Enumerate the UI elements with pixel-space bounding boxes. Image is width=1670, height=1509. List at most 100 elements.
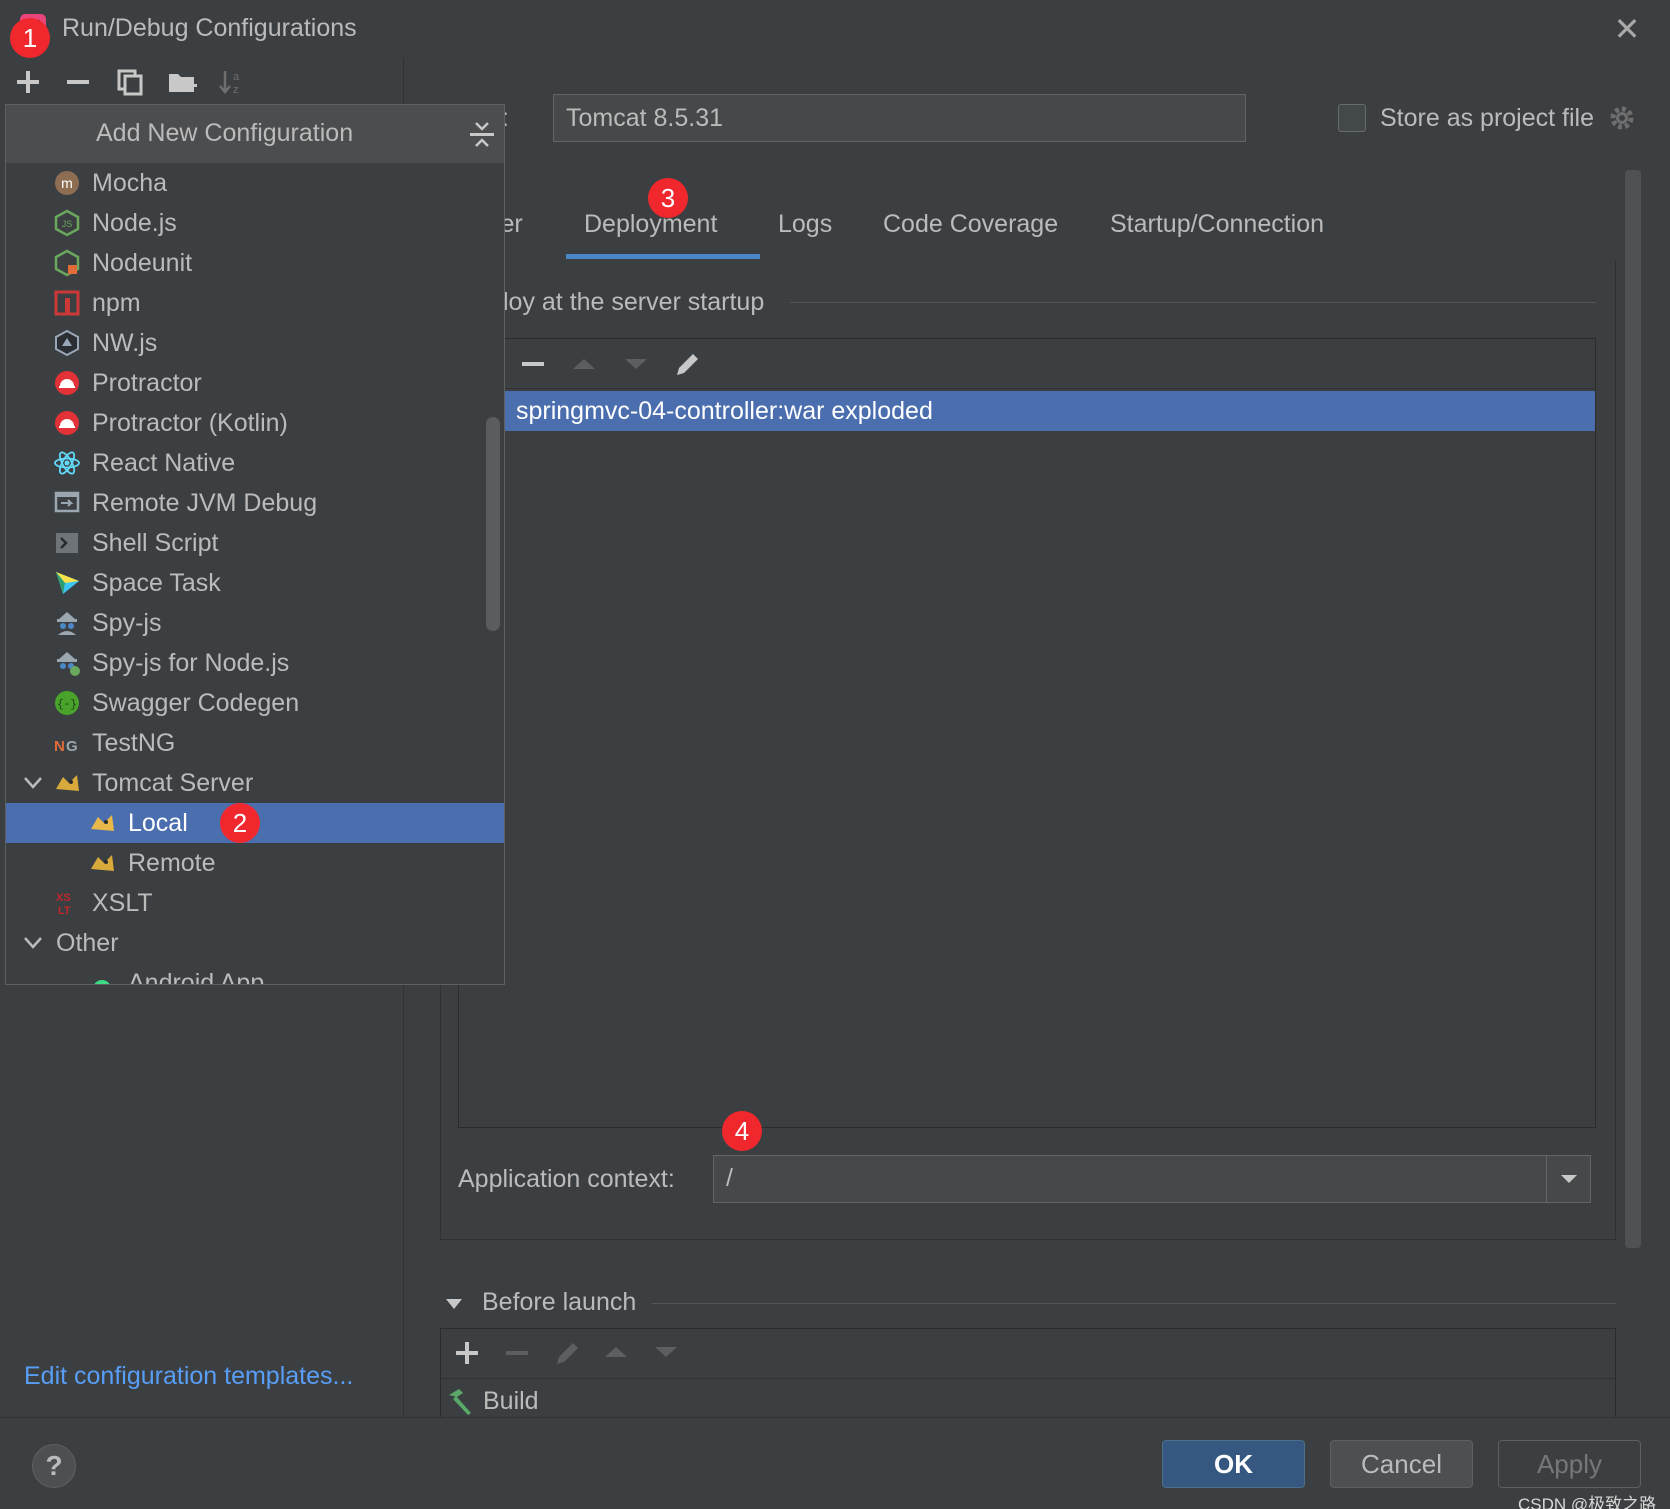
remove-config-button[interactable] <box>60 64 96 100</box>
config-item-protractor-kotlin[interactable]: Protractor (Kotlin) <box>6 403 504 443</box>
mocha-icon: m <box>55 171 79 195</box>
new-folder-button[interactable] <box>164 64 200 100</box>
section-divider <box>790 302 1596 303</box>
edit-pencil-icon[interactable] <box>553 1338 583 1368</box>
add-configuration-popup: Add New Configuration m Mocha JS Node.js… <box>5 104 505 985</box>
apply-button[interactable]: Apply <box>1498 1440 1641 1488</box>
tab-deployment[interactable]: Deployment <box>584 210 717 239</box>
active-tab-indicator <box>566 254 760 259</box>
move-down-icon[interactable] <box>653 1341 679 1363</box>
tab-startup-connection[interactable]: Startup/Connection <box>1110 210 1324 239</box>
react-icon <box>54 451 80 475</box>
config-item-spy-js-node[interactable]: Spy-js for Node.js <box>6 643 504 683</box>
config-item-protractor[interactable]: Protractor <box>6 363 504 403</box>
add-config-button[interactable] <box>10 64 46 100</box>
plus-icon <box>17 71 39 93</box>
ok-button[interactable]: OK <box>1162 1440 1305 1488</box>
shell-icon <box>56 533 78 553</box>
config-item-spy-js[interactable]: Spy-js <box>6 603 504 643</box>
svg-text:G: G <box>66 738 78 755</box>
npm-icon <box>54 290 80 316</box>
folder-add-icon <box>169 74 197 92</box>
sort-button[interactable]: az <box>214 64 250 100</box>
dialog-button-bar: ? OK Cancel Apply CSDN @极致之路 <box>0 1417 1670 1509</box>
annotation-marker-1: 1 <box>10 18 50 58</box>
minus-icon[interactable] <box>505 1341 529 1365</box>
plus-icon[interactable] <box>455 1341 479 1365</box>
watermark: CSDN @极致之路 <box>1518 1495 1657 1509</box>
move-up-icon[interactable] <box>603 1341 629 1363</box>
chevron-down-icon[interactable] <box>22 935 44 951</box>
vertical-scrollbar[interactable] <box>1625 170 1641 1248</box>
config-item-testng[interactable]: NG TestNG <box>6 723 504 763</box>
svg-text:m: m <box>61 175 73 191</box>
nodeunit-icon <box>54 249 80 277</box>
svg-text:a: a <box>233 71 240 83</box>
config-item-remote-jvm-debug[interactable]: Remote JVM Debug <box>6 483 504 523</box>
move-down-icon[interactable] <box>623 353 649 375</box>
title-bar: Run/Debug Configurations ✕ <box>0 0 1670 58</box>
sort-alpha-icon: az <box>219 71 240 96</box>
config-group-tomcat-server[interactable]: Tomcat Server <box>6 763 504 803</box>
config-item-react-native[interactable]: React Native <box>6 443 504 483</box>
svg-text:XS: XS <box>56 892 71 904</box>
edit-pencil-icon[interactable] <box>673 349 703 379</box>
copy-config-button[interactable] <box>112 64 148 100</box>
collapse-triangle-icon[interactable] <box>444 1294 464 1314</box>
tab-logs[interactable]: Logs <box>778 210 832 239</box>
config-item-nodejs[interactable]: JS Node.js <box>6 203 504 243</box>
config-item-android-app[interactable]: Android App <box>6 963 504 984</box>
config-item-nwjs[interactable]: NW.js <box>6 323 504 363</box>
config-item-nodeunit[interactable]: Nodeunit <box>6 243 504 283</box>
popup-header: Add New Configuration <box>6 105 504 163</box>
svg-text:LT: LT <box>58 905 71 917</box>
collapse-all-icon[interactable] <box>468 119 496 149</box>
tomcat-icon <box>56 775 79 791</box>
minus-icon[interactable] <box>521 353 545 375</box>
deploy-section-label: loy at the server startup <box>503 288 765 316</box>
move-up-icon[interactable] <box>571 353 597 375</box>
application-context-label: Application context: <box>458 1165 675 1193</box>
store-as-project-checkbox[interactable] <box>1338 104 1366 132</box>
annotation-marker-4: 4 <box>722 1111 762 1151</box>
popup-scrollbar[interactable] <box>486 417 500 631</box>
deployment-toolbar <box>459 339 1595 389</box>
before-launch-task[interactable]: Build <box>483 1387 539 1416</box>
dropdown-arrow-icon[interactable] <box>1546 1156 1590 1202</box>
space-icon <box>56 572 79 594</box>
swagger-icon: {-} <box>55 691 79 715</box>
store-as-project-label: Store as project file <box>1380 104 1594 132</box>
svg-text:N: N <box>54 738 65 755</box>
before-launch-toolbar <box>441 1329 1615 1379</box>
android-icon <box>94 980 110 984</box>
deployment-artifact-row[interactable]: springmvc-04-controller:war exploded <box>504 391 1595 431</box>
config-item-shell-script[interactable]: Shell Script <box>6 523 504 563</box>
edit-templates-link[interactable]: Edit configuration templates... <box>24 1362 353 1391</box>
before-launch-list: Build <box>440 1328 1616 1418</box>
spyjs-icon <box>57 612 77 635</box>
close-icon[interactable]: ✕ <box>1610 12 1644 46</box>
config-item-mocha[interactable]: m Mocha <box>6 163 504 203</box>
deployment-list: springmvc-04-controller:war exploded <box>458 338 1596 1128</box>
tab-code-coverage[interactable]: Code Coverage <box>883 210 1058 239</box>
window-title: Run/Debug Configurations <box>62 14 357 42</box>
application-context-value: / <box>726 1164 733 1192</box>
before-launch-label: Before launch <box>482 1288 637 1316</box>
popup-title: Add New Configuration <box>96 119 354 147</box>
testng-icon: NG <box>54 738 78 755</box>
help-button[interactable]: ? <box>32 1444 76 1488</box>
config-group-other[interactable]: Other <box>6 923 504 963</box>
svg-text:z: z <box>233 84 239 96</box>
protractor-icon <box>55 371 79 395</box>
config-item-swagger-codegen[interactable]: {-} Swagger Codegen <box>6 683 504 723</box>
gear-icon[interactable] <box>1608 104 1636 132</box>
config-item-space-task[interactable]: Space Task <box>6 563 504 603</box>
xslt-icon: XSLT <box>56 892 71 917</box>
cancel-button[interactable]: Cancel <box>1330 1440 1473 1488</box>
chevron-down-icon[interactable] <box>22 775 44 791</box>
name-input[interactable] <box>553 94 1246 142</box>
application-context-combo[interactable]: / <box>713 1155 1591 1203</box>
config-item-tomcat-remote[interactable]: Remote <box>6 843 504 883</box>
config-item-npm[interactable]: npm <box>6 283 504 323</box>
config-item-xslt[interactable]: XS LT XSLT <box>6 883 504 923</box>
